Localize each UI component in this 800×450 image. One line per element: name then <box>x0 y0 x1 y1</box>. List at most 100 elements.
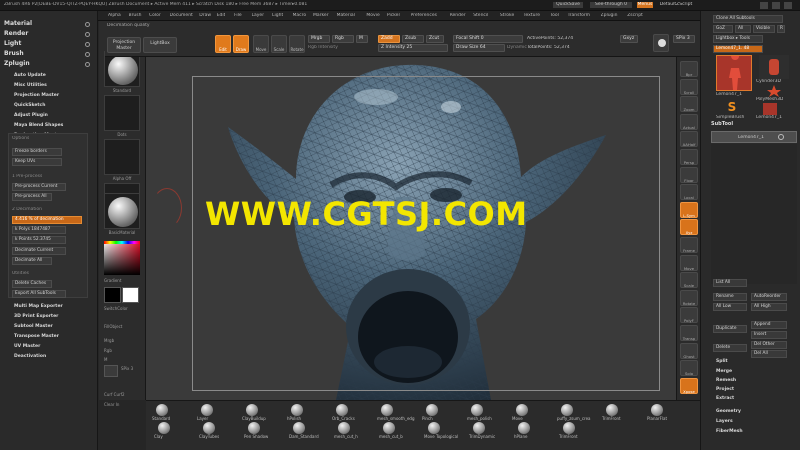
brush-claybuildup-icon[interactable] <box>246 404 258 416</box>
projection-master-button[interactable]: Projection Master <box>107 37 141 53</box>
merge-section[interactable]: Merge <box>716 369 732 374</box>
decimate-current-button[interactable]: Decimate Current <box>12 247 66 255</box>
delete-button[interactable]: Delete <box>713 344 747 352</box>
zplugin-projection-master[interactable]: Projection Master <box>14 91 59 100</box>
zplugin-deactivation[interactable]: Deactivation <box>14 352 46 361</box>
all-high-button[interactable]: All High <box>751 303 787 311</box>
remesh-section[interactable]: Remesh <box>716 378 736 383</box>
rgb-toggle[interactable]: Rgb <box>332 35 354 43</box>
simplebrush-icon[interactable]: S <box>723 100 741 114</box>
preprocess-current-button[interactable]: Pre-process Current <box>12 183 66 191</box>
clear-in-button[interactable]: Clear In <box>104 402 140 407</box>
decimation-percent-slider[interactable]: 4.416 % of decimation <box>12 216 82 224</box>
zplugin-subtool-master[interactable]: Subtool Master <box>14 322 53 331</box>
brush-claytubes-icon[interactable] <box>203 422 215 434</box>
menu-macro[interactable]: Macro <box>293 13 307 19</box>
brush-move-icon[interactable] <box>516 404 528 416</box>
append-button[interactable]: Append <box>751 321 787 329</box>
material-thumbnail[interactable] <box>104 193 140 229</box>
color-picker[interactable] <box>104 241 140 275</box>
view-frame-icon[interactable]: Frame <box>680 237 698 253</box>
menu-zplugin[interactable]: Zplugin <box>601 13 618 19</box>
sphere-view-icon[interactable] <box>653 34 669 52</box>
view-l-sym-icon[interactable]: L.Sym <box>680 201 698 218</box>
view-polyf-icon[interactable]: PolyF <box>680 307 698 324</box>
dynamic-icon[interactable] <box>104 365 118 377</box>
menu-color[interactable]: Color <box>149 13 161 19</box>
zplugin-auto-update[interactable]: Auto Update <box>14 71 46 80</box>
zplugin-adjust-plugin[interactable]: Adjust Plugin <box>14 111 48 120</box>
menu-edit[interactable]: Edit <box>217 13 226 19</box>
view-solo-icon[interactable]: Solo <box>680 360 698 377</box>
menu-document[interactable]: Document <box>170 13 193 19</box>
all-button[interactable]: All <box>735 25 751 33</box>
delete-caches-button[interactable]: Delete Caches <box>12 280 52 288</box>
mrgb-toggle[interactable]: Mrgb <box>308 35 330 43</box>
palette-header-light[interactable]: Light <box>4 39 21 49</box>
subtool-header[interactable]: SubTool <box>711 119 797 129</box>
preprocess-all-button[interactable]: Pre-process All <box>12 193 52 201</box>
del-other-button[interactable]: Del Other <box>751 341 787 349</box>
view-ghost-icon[interactable]: Ghost <box>680 342 698 359</box>
brush-pinch-icon[interactable] <box>426 404 438 416</box>
switch-color-button[interactable]: SwitchColor <box>104 306 140 311</box>
brush-mesh-cut-h-icon[interactable] <box>338 422 350 434</box>
brush-trimfront-icon[interactable] <box>563 422 575 434</box>
zplugin-misc-utilities[interactable]: Misc Utilities <box>14 81 47 90</box>
zplugin-transpose-master[interactable]: Transpose Master <box>14 332 59 341</box>
zcut-toggle[interactable]: Zcut <box>426 35 444 43</box>
brush-clay-icon[interactable] <box>158 422 170 434</box>
rotate-mode-icon[interactable]: Rotate <box>289 35 305 53</box>
refresh-icon[interactable] <box>85 62 90 67</box>
default-script-button[interactable]: DefaultZScript <box>656 2 696 8</box>
zadd-toggle[interactable]: Zadd <box>378 35 400 43</box>
brush-move-topological-icon[interactable] <box>428 422 440 434</box>
menu-draw[interactable]: Draw <box>199 13 211 19</box>
menu-texture[interactable]: Texture <box>524 13 540 19</box>
palette-header-render[interactable]: Render <box>4 29 28 39</box>
lightbox-tools-button[interactable]: Lightbox ▸ Tools <box>713 35 763 43</box>
quicksave-button[interactable]: QuickSave <box>553 2 583 8</box>
view-transp-icon[interactable]: Transp <box>680 325 698 341</box>
brush-trimdynamic-icon[interactable] <box>473 422 485 434</box>
alpha-thumbnail[interactable] <box>104 139 140 175</box>
split-section[interactable]: Split <box>716 359 728 364</box>
menu-stencil[interactable]: Stencil <box>473 13 488 19</box>
all-low-button[interactable]: All Low <box>713 303 747 311</box>
menu-transform[interactable]: Transform <box>568 13 590 19</box>
r-button[interactable]: R <box>777 25 785 33</box>
rename-button[interactable]: Rename <box>713 293 747 301</box>
brush-hpolish-icon[interactable] <box>291 404 303 416</box>
zplugin-3d-print-exporter[interactable]: 3D Print Exporter <box>14 312 58 321</box>
spix-slider[interactable]: SPix 3 <box>121 366 141 371</box>
menu-stroke[interactable]: Stroke <box>500 13 514 19</box>
view-local-icon[interactable]: Local <box>680 184 698 201</box>
curve-button[interactable]: Curf Curf2 <box>104 392 140 397</box>
stroke-thumbnail[interactable] <box>104 95 140 131</box>
view-floor-icon[interactable]: Floor <box>680 166 698 183</box>
rgb-button[interactable]: Rgb <box>104 348 140 353</box>
menu-picker[interactable]: Picker <box>387 13 400 19</box>
zsub-toggle[interactable]: Zsub <box>402 35 424 43</box>
m-button[interactable]: M <box>104 357 140 362</box>
brush-mesh-cut-b-icon[interactable] <box>383 422 395 434</box>
geometry-section[interactable]: Geometry <box>716 409 741 414</box>
zplugin-multi-map-exporter[interactable]: Multi Map Exporter <box>14 302 63 311</box>
main-color-swatch[interactable] <box>122 287 139 303</box>
zplugin-quicksketch[interactable]: QuickSketch <box>14 101 45 110</box>
tool-thumbnail-small[interactable] <box>763 103 777 115</box>
view-bpr-icon[interactable]: Bpr <box>680 61 698 77</box>
refresh-icon[interactable] <box>85 32 90 37</box>
view-actual-icon[interactable]: Actual <box>680 113 698 130</box>
brush-mesh-smooth-edg-icon[interactable] <box>381 404 393 416</box>
edit-mode-icon[interactable]: Edit <box>215 35 231 53</box>
menu-alpha[interactable]: Alpha <box>108 13 121 19</box>
brush-dam-standard-icon[interactable] <box>293 422 305 434</box>
rgb-intensity-slider[interactable]: Rgb Intensity <box>308 45 338 51</box>
draw-size-slider[interactable]: Draw Size 64 <box>453 44 505 52</box>
dynamic-toggle[interactable]: Dynamic <box>507 45 527 51</box>
menu-render[interactable]: Render <box>450 13 466 19</box>
keep-uvs-button[interactable]: Keep UVs <box>12 158 62 166</box>
view-zoom-icon[interactable]: Zoom <box>680 96 698 113</box>
menu-movie[interactable]: Movie <box>366 13 379 19</box>
